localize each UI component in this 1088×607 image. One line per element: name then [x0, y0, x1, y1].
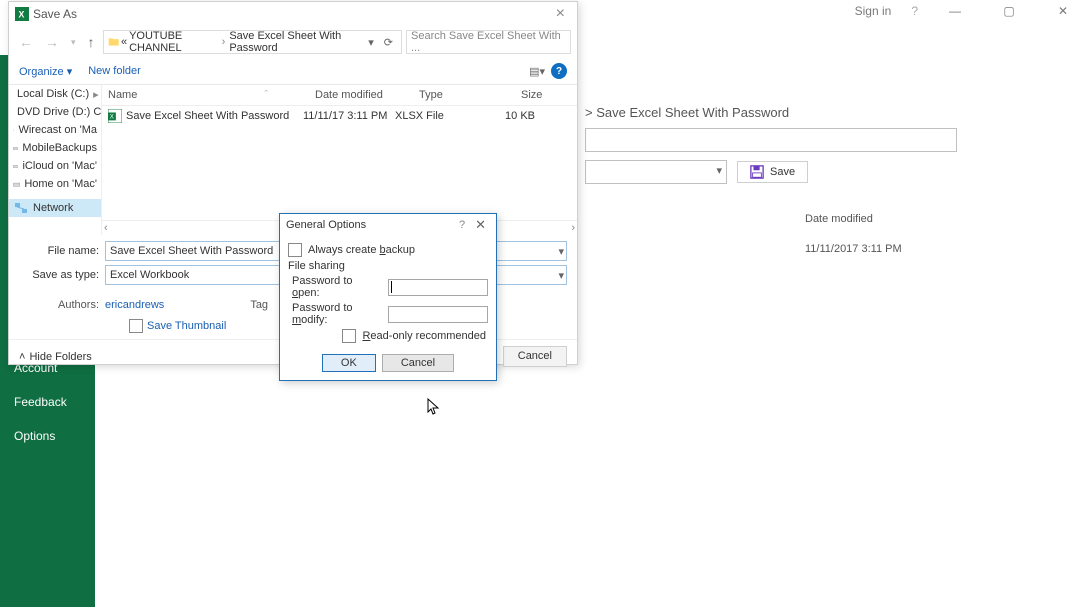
- chevron-down-icon[interactable]: ▾: [558, 269, 564, 282]
- always-create-backup-label: Always create backup: [308, 244, 415, 256]
- col-name[interactable]: Nameˆ: [102, 85, 309, 105]
- read-only-checkbox[interactable]: [342, 329, 356, 343]
- file-sharing-label: File sharing: [288, 260, 488, 272]
- file-name-label: File name:: [19, 245, 105, 257]
- save-button-backstage[interactable]: Save: [737, 161, 808, 183]
- sign-in-link[interactable]: Sign in: [855, 4, 892, 18]
- save-type-label: Save as type:: [19, 269, 105, 281]
- minimize-button[interactable]: —: [938, 0, 972, 22]
- filetype-dropdown-backstage[interactable]: ▾: [585, 160, 727, 184]
- dialog-close-button[interactable]: ×: [550, 5, 571, 23]
- search-input[interactable]: Search Save Excel Sheet With ...: [406, 30, 571, 54]
- close-button[interactable]: ✕: [1046, 0, 1080, 22]
- svg-text:X: X: [110, 114, 114, 121]
- refresh-button[interactable]: ⟳: [380, 36, 397, 49]
- save-icon: [750, 165, 764, 179]
- nav-back-button[interactable]: ←: [15, 34, 37, 50]
- view-options-button[interactable]: ▤▾: [529, 65, 545, 78]
- column-date-modified: Date modified: [805, 213, 873, 225]
- path-seg-2[interactable]: Save Excel Sheet With Password: [229, 30, 362, 54]
- read-only-label: Read-only recommended: [362, 330, 486, 342]
- help-icon[interactable]: ?: [911, 4, 918, 18]
- save-button-label: Save: [770, 166, 795, 178]
- file-row[interactable]: XSave Excel Sheet With Password 11/11/17…: [102, 106, 577, 126]
- excel-icon: X: [15, 7, 29, 21]
- breadcrumb-path: > Save Excel Sheet With Password: [585, 105, 1088, 120]
- maximize-button[interactable]: ▢: [992, 0, 1026, 22]
- cancel-button[interactable]: Cancel: [503, 346, 567, 367]
- row-date-modified: 11/11/2017 3:11 PM: [805, 243, 902, 255]
- tags-label: Tag: [250, 299, 268, 311]
- svg-text:X: X: [19, 10, 25, 20]
- nav-forward-button[interactable]: →: [41, 34, 63, 50]
- address-bar[interactable]: « YOUTUBE CHANNEL › Save Excel Sheet Wit…: [103, 30, 402, 54]
- password-modify-label: Password to modify:: [292, 302, 382, 326]
- tree-item-icloud[interactable]: iCloud on 'Mac': [9, 157, 101, 175]
- tree-item-dvd[interactable]: DVD Drive (D:) C: [9, 103, 101, 121]
- save-thumbnail-label[interactable]: Save Thumbnail: [147, 320, 226, 332]
- tree-item-wirecast[interactable]: Wirecast on 'Ma: [9, 121, 101, 139]
- tree-item-home[interactable]: Home on 'Mac': [9, 175, 101, 193]
- nav-up-button[interactable]: ↑: [84, 34, 99, 50]
- cancel-button[interactable]: Cancel: [382, 354, 454, 372]
- path-seg-1[interactable]: YOUTUBE CHANNEL: [129, 30, 218, 54]
- folder-icon: [108, 35, 119, 49]
- hide-folders-toggle[interactable]: ˄Hide Folders: [19, 351, 92, 363]
- ok-button[interactable]: OK: [322, 354, 376, 372]
- xlsx-file-icon: X: [108, 109, 122, 123]
- sidebar-item-feedback[interactable]: Feedback: [0, 385, 95, 419]
- tree-item-network[interactable]: Network: [9, 199, 101, 217]
- chevron-down-icon[interactable]: ▾: [558, 245, 564, 258]
- password-open-input[interactable]: [388, 279, 488, 296]
- general-options-title: General Options: [286, 219, 366, 231]
- password-modify-input[interactable]: [388, 306, 488, 323]
- authors-value[interactable]: ericandrews: [105, 299, 164, 311]
- organize-menu[interactable]: Organize ▾: [19, 65, 72, 78]
- help-button[interactable]: ?: [551, 63, 567, 79]
- col-size[interactable]: Size: [515, 85, 577, 105]
- general-options-dialog: General Options ? ✕ Always create backup…: [279, 213, 497, 381]
- filename-field-backstage[interactable]: [585, 128, 957, 152]
- tree-item-mobilebackups[interactable]: MobileBackups: [9, 139, 101, 157]
- dialog-help-button[interactable]: ?: [453, 219, 471, 231]
- new-folder-button[interactable]: New folder: [88, 65, 141, 78]
- col-type[interactable]: Type: [413, 85, 515, 105]
- nav-recent-dropdown[interactable]: ▾: [67, 37, 80, 48]
- password-open-label: Password to open:: [292, 275, 382, 299]
- authors-label: Authors:: [19, 299, 99, 311]
- folder-tree[interactable]: Local Disk (C:)▸ DVD Drive (D:) C Wireca…: [9, 85, 102, 235]
- save-thumbnail-checkbox[interactable]: [129, 319, 143, 333]
- sidebar-item-options[interactable]: Options: [0, 419, 95, 453]
- always-create-backup-checkbox[interactable]: [288, 243, 302, 257]
- dialog-title: Save As: [33, 7, 77, 21]
- dialog-close-button[interactable]: ✕: [471, 217, 490, 233]
- col-date[interactable]: Date modified: [309, 85, 413, 105]
- address-dropdown[interactable]: ▾: [364, 36, 378, 49]
- tree-item-local-disk[interactable]: Local Disk (C:)▸: [9, 85, 101, 103]
